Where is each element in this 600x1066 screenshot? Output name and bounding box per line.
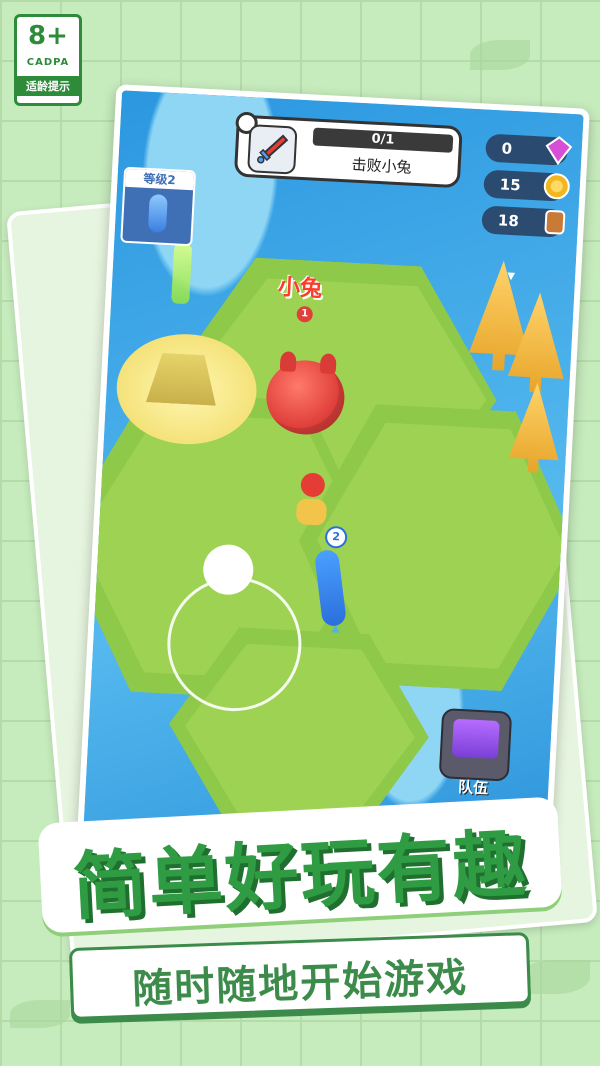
wood-count: 18 [497, 211, 520, 231]
sword-icon [247, 124, 298, 175]
book-icon [451, 718, 500, 760]
age-rating-badge: 8+ CADPA 适龄提示 [14, 14, 82, 106]
snake-icon [147, 194, 168, 233]
age-rating: 8+ [28, 21, 68, 51]
headline-subtitle: 随时随地开始游戏 [131, 955, 469, 1013]
player-body [295, 498, 328, 526]
resource-gems: 0 [484, 133, 573, 166]
player-level-card[interactable]: 等级2 [120, 166, 197, 247]
crystal [171, 243, 193, 305]
quest-progress: 0/1 [312, 127, 454, 153]
coin-icon [543, 173, 570, 200]
gem-count: 0 [501, 139, 513, 158]
player-character [295, 472, 329, 527]
rating-tip: 适龄提示 [17, 76, 79, 96]
resource-coins: 15 [483, 169, 570, 202]
player-level-label: 等级2 [125, 168, 195, 191]
coin-count: 15 [499, 175, 522, 195]
leaf-decoration [470, 40, 530, 70]
team-button[interactable]: 队伍 [438, 708, 513, 798]
player-head [300, 472, 326, 498]
leaf-decoration [10, 1000, 70, 1028]
rating-org: CADPA [26, 57, 70, 68]
team-button-label: 队伍 [457, 777, 489, 798]
quest-panel: 0/1 击败小兔 [233, 111, 463, 189]
enemy-name: 小兔 [277, 274, 323, 303]
game-screenshot: 小兔 1 2 0/1 击败小兔 0 15 18 ▼ 等级2 队伍 [76, 84, 590, 880]
chevron-down-icon[interactable]: ▼ [507, 271, 515, 282]
gem-icon [545, 136, 573, 166]
resource-wood: 18 [481, 205, 566, 238]
wood-icon [544, 210, 566, 235]
quest-task: 击败小兔 [351, 155, 413, 177]
